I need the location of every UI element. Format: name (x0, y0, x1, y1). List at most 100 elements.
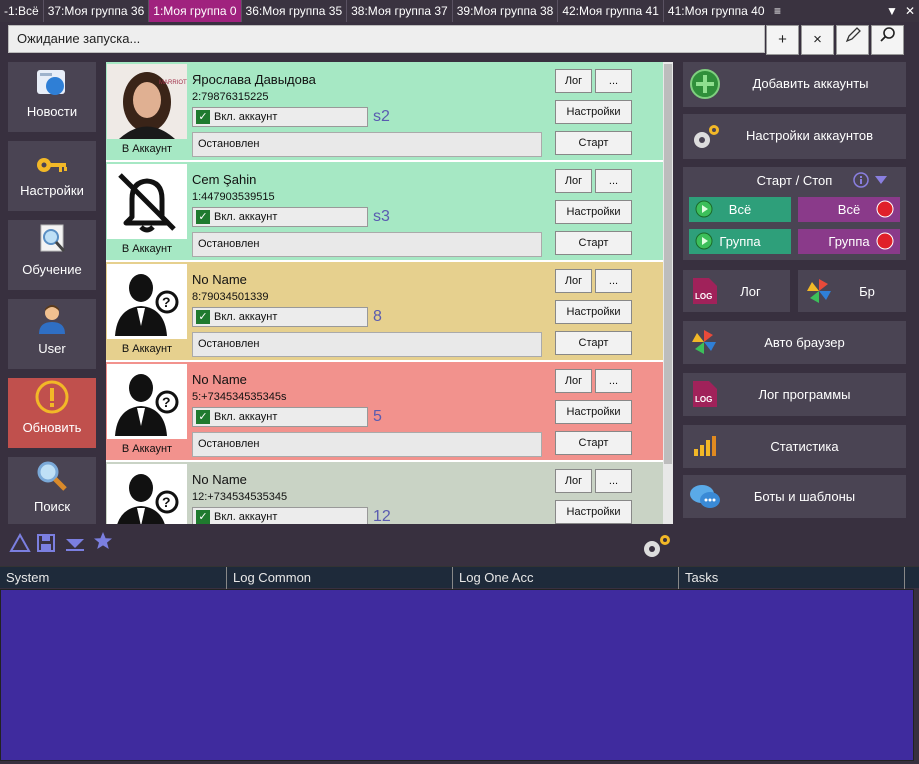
account-name: No Name (192, 272, 247, 287)
info-icon[interactable] (853, 172, 869, 188)
account-tag: s3 (373, 208, 390, 225)
edit-button[interactable] (836, 25, 869, 55)
chevron-down-icon[interactable] (64, 535, 86, 551)
statistics-button[interactable]: Статистика (683, 425, 906, 468)
log-button-main[interactable]: LOG Лог (683, 270, 790, 312)
play-icon (695, 200, 713, 218)
tab-close-icon[interactable]: ✕ (901, 4, 919, 18)
log-button[interactable]: Лог (555, 469, 592, 493)
tab-5[interactable]: 39:Моя группа 38 (453, 0, 559, 22)
tab-dropdown-icon[interactable]: ▼ (883, 4, 901, 18)
tab-tasks[interactable]: Tasks (679, 567, 905, 589)
tab-3[interactable]: 36:Моя группа 35 (242, 0, 348, 22)
save-icon[interactable] (36, 533, 56, 553)
add-accounts-button[interactable]: Добавить аккаунты (683, 62, 906, 107)
search-icon (37, 461, 67, 491)
triangle-icon[interactable] (9, 533, 31, 553)
tab-log-one-acc[interactable]: Log One Acc (453, 567, 679, 589)
tab-4[interactable]: 38:Моя группа 37 (347, 0, 453, 22)
nav-user[interactable]: User (8, 299, 96, 369)
list-scrollbar[interactable] (663, 62, 673, 524)
start-all-button[interactable]: Всё (689, 197, 791, 222)
checkmark-icon: ✓ (196, 210, 210, 224)
start-button[interactable]: Старт (555, 431, 632, 455)
account-row[interactable]: В Аккаунт Cem Şahin 1:447903539515 ✓ Вкл.… (106, 162, 663, 262)
gears-icon[interactable] (640, 533, 674, 561)
in-account-label: В Аккаунт (107, 239, 187, 259)
account-row[interactable]: ? No Name 12:+734534535345 ✓ Вкл. аккаунт… (106, 462, 663, 524)
nav-settings[interactable]: Настройки (8, 141, 96, 211)
account-name: No Name (192, 472, 247, 487)
enable-checkbox[interactable]: ✓ Вкл. аккаунт (192, 207, 368, 227)
more-button[interactable]: ... (595, 69, 632, 93)
account-tag: 12 (373, 508, 391, 524)
scrollbar-thumb[interactable] (664, 64, 672, 464)
stop-all-button[interactable]: Всё (798, 197, 900, 222)
tab-6[interactable]: 42:Моя группа 41 (558, 0, 664, 22)
tab-7[interactable]: 41:Моя группа 40 (664, 0, 769, 22)
nav-update[interactable]: Обновить (8, 378, 96, 448)
start-button[interactable]: Старт (555, 331, 632, 355)
close-button[interactable]: × (801, 25, 834, 55)
settings-button[interactable]: Настройки (555, 200, 632, 224)
statistics-label: Статистика (770, 439, 839, 454)
key-icon (37, 158, 67, 172)
search-button[interactable] (871, 25, 904, 55)
enable-checkbox[interactable]: ✓ Вкл. аккаунт (192, 507, 368, 524)
auto-browser-button[interactable]: Авто браузер (683, 321, 906, 364)
enable-checkbox[interactable]: ✓ Вкл. аккаунт (192, 407, 368, 427)
unknown-user-icon: ? (107, 464, 187, 524)
settings-button[interactable]: Настройки (555, 400, 632, 424)
app-window: -1:Всё 37:Моя группа 36 1:Моя группа 0 3… (0, 0, 919, 764)
browser-button[interactable]: Бр (798, 270, 906, 312)
settings-button[interactable]: Настройки (555, 100, 632, 124)
svg-text:?: ? (162, 294, 171, 310)
add-button[interactable]: + (766, 25, 799, 55)
bots-templates-button[interactable]: Боты и шаблоны (683, 475, 906, 518)
tab-system[interactable]: System (0, 567, 227, 589)
start-button[interactable]: Старт (555, 131, 632, 155)
tab-menu-icon[interactable]: ≡ (769, 4, 787, 18)
program-log-button[interactable]: LOG Лог программы (683, 373, 906, 416)
more-button[interactable]: ... (595, 369, 632, 393)
checkmark-icon: ✓ (196, 410, 210, 424)
account-row[interactable]: ? В Аккаунт No Name 5:+734534535345s ✓ Вк… (106, 362, 663, 462)
start-button[interactable]: Старт (555, 231, 632, 255)
log-button[interactable]: Лог (555, 69, 592, 93)
log-button[interactable]: Лог (555, 169, 592, 193)
log-button[interactable]: Лог (555, 269, 592, 293)
account-row[interactable]: MARRIOTT В Аккаунт Ярослава Давыдова 2:7… (106, 62, 663, 162)
more-button[interactable]: ... (595, 269, 632, 293)
tab-log-common[interactable]: Log Common (227, 567, 453, 589)
nav-label: User (38, 341, 66, 356)
more-button[interactable]: ... (595, 469, 632, 493)
program-log-label: Лог программы (758, 387, 851, 402)
stop-group-button[interactable]: Группа (798, 229, 900, 254)
enable-checkbox[interactable]: ✓ Вкл. аккаунт (192, 307, 368, 327)
enable-checkbox[interactable]: ✓ Вкл. аккаунт (192, 107, 368, 127)
more-button[interactable]: ... (595, 169, 632, 193)
settings-button[interactable]: Настройки (555, 500, 632, 524)
nav-training[interactable]: Обучение (8, 220, 96, 290)
start-group-button[interactable]: Группа (689, 229, 791, 254)
log-toolbar (0, 525, 919, 565)
log-area[interactable] (0, 589, 914, 761)
enable-label: Вкл. аккаунт (214, 311, 278, 323)
nav-search[interactable]: Поиск (8, 457, 96, 524)
settings-button[interactable]: Настройки (555, 300, 632, 324)
tab-1[interactable]: 37:Моя группа 36 (44, 0, 150, 22)
account-settings-button[interactable]: Настройки аккаунтов (683, 114, 906, 159)
tab-2[interactable]: 1:Моя группа 0 (149, 0, 242, 22)
chevron-down-icon[interactable] (875, 176, 887, 184)
star-icon[interactable] (93, 531, 113, 551)
account-state: Остановлен (192, 332, 542, 357)
accounts-list[interactable]: MARRIOTT В Аккаунт Ярослава Давыдова 2:7… (106, 62, 663, 524)
nav-news[interactable]: Новости (8, 62, 96, 132)
warning-icon (35, 380, 69, 414)
in-account-label: В Аккаунт (107, 139, 187, 159)
account-row[interactable]: ? В Аккаунт No Name 8:79034501339 ✓ Вкл. … (106, 262, 663, 362)
tab-0[interactable]: -1:Всё (0, 0, 44, 22)
nav-label: Обновить (22, 420, 82, 435)
svg-text:?: ? (162, 494, 171, 510)
log-button[interactable]: Лог (555, 369, 592, 393)
